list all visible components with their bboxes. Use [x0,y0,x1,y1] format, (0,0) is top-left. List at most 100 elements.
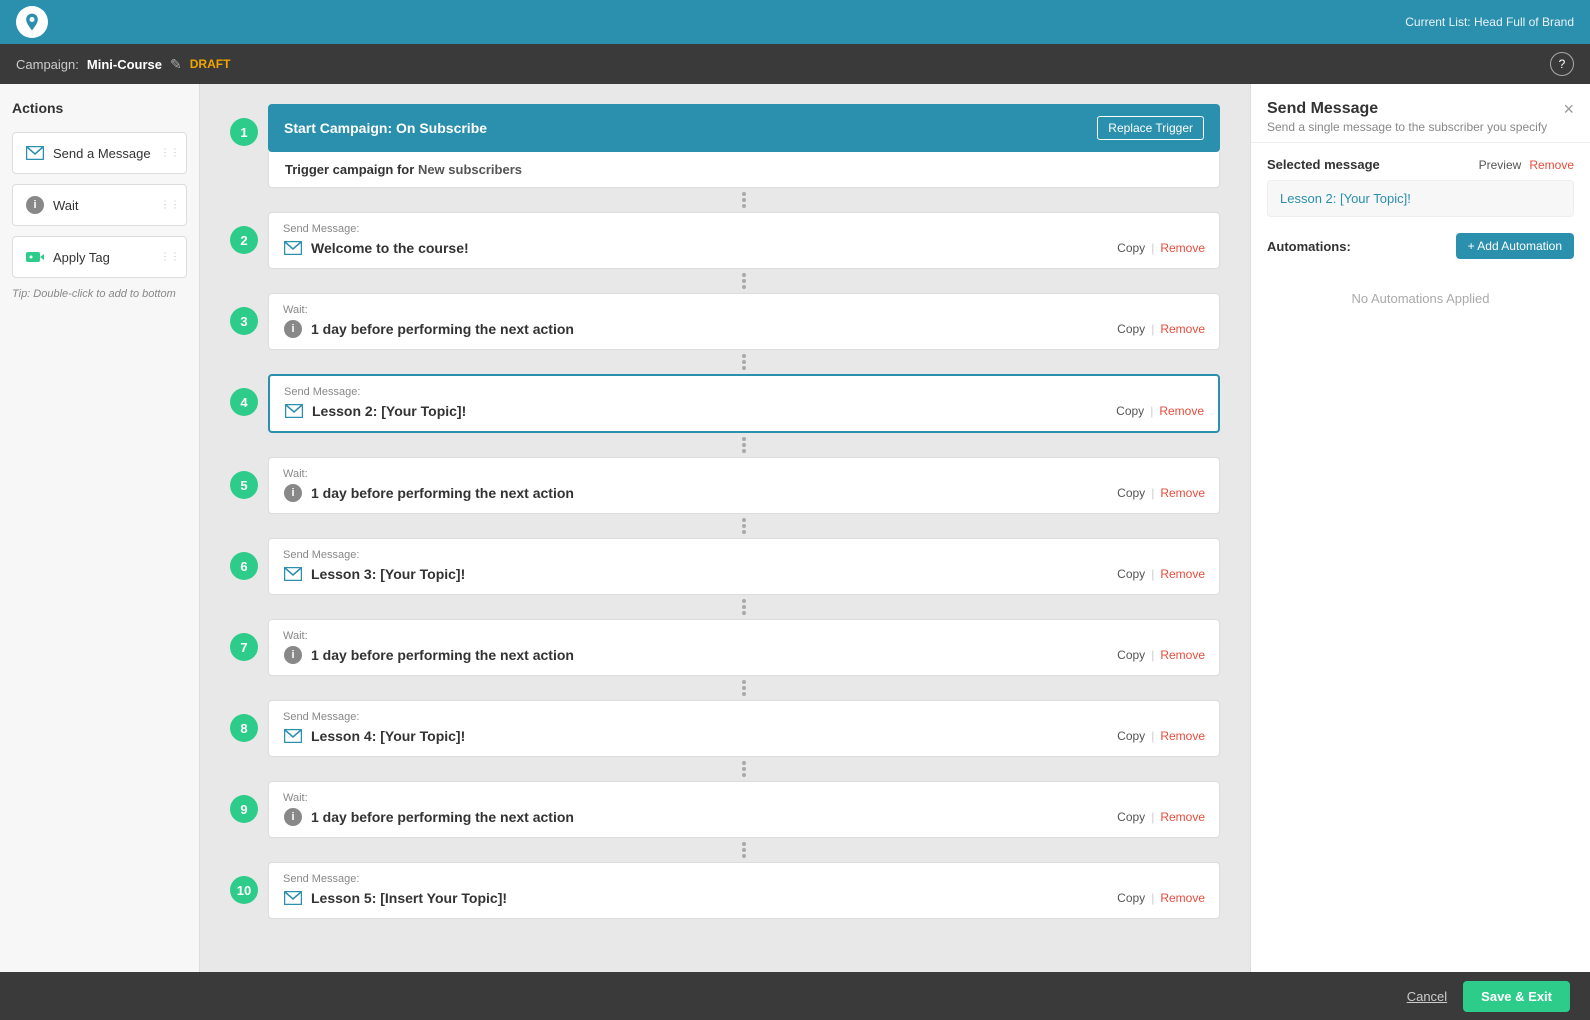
step-card-title-row: i 1 day before performing the next actio… [283,645,574,665]
step-8-number: 8 [230,714,258,742]
step-card-title: Welcome to the course! [311,240,469,256]
selected-message-value[interactable]: Lesson 2: [Your Topic]! [1267,180,1574,217]
step-3-card[interactable]: Wait: i 1 day before performing the next… [268,293,1220,350]
wait-step-icon: i [283,807,303,827]
start-campaign-label: Start Campaign: On Subscribe [284,120,487,136]
step-card-title-row: i 1 day before performing the next actio… [283,807,574,827]
step-2-card[interactable]: Send Message: Welcome to the course! Cop… [268,212,1220,269]
selected-message-section: Selected message Preview Remove Lesson 2… [1267,157,1574,217]
right-panel-body: Selected message Preview Remove Lesson 2… [1251,143,1590,972]
wait-step-icon: i [283,645,303,665]
copy-step-button[interactable]: Copy [1117,322,1145,336]
connector [268,514,1220,538]
step-card-title: Lesson 5: [Insert Your Topic]! [311,890,507,906]
step-4-wrapper: 4Send Message: Lesson 2: [Your Topic]! C… [230,374,1220,433]
step-2-number: 2 [230,226,258,254]
step-5-content: Wait: i 1 day before performing the next… [268,457,1220,514]
apply-tag-label: Apply Tag [53,250,174,265]
step-8-card[interactable]: Send Message: Lesson 4: [Your Topic]! Co… [268,700,1220,757]
wait-icon: i [25,195,45,215]
copy-step-button[interactable]: Copy [1117,486,1145,500]
sidebar-item-apply-tag[interactable]: Apply Tag ⋮⋮ [12,236,187,278]
current-list-label: Current List: Head Full of Brand [1405,15,1574,29]
copy-step-button[interactable]: Copy [1117,241,1145,255]
step-card-title-row: i 1 day before performing the next actio… [283,319,574,339]
remove-step-button[interactable]: Remove [1160,241,1205,255]
step-card-title-row: Lesson 5: [Insert Your Topic]! [283,888,507,908]
step-card-body: i 1 day before performing the next actio… [283,483,1205,503]
step-9-card[interactable]: Wait: i 1 day before performing the next… [268,781,1220,838]
remove-step-button[interactable]: Remove [1160,567,1205,581]
copy-step-button[interactable]: Copy [1117,891,1145,905]
step-7-content: Wait: i 1 day before performing the next… [268,619,1220,676]
step-6-card[interactable]: Send Message: Lesson 3: [Your Topic]! Co… [268,538,1220,595]
start-campaign-block: Start Campaign: On Subscribe Replace Tri… [268,104,1220,152]
remove-step-button[interactable]: Remove [1160,486,1205,500]
step-card-actions: Copy | Remove [1117,322,1205,336]
step-4-content: Send Message: Lesson 2: [Your Topic]! Co… [268,374,1220,433]
right-panel-subtitle: Send a single message to the subscriber … [1267,120,1547,134]
copy-step-button[interactable]: Copy [1117,648,1145,662]
remove-step-button[interactable]: Remove [1160,810,1205,824]
step-card-body: i 1 day before performing the next actio… [283,807,1205,827]
add-automation-button[interactable]: + Add Automation [1456,233,1574,259]
step-card-actions: Copy | Remove [1117,567,1205,581]
step-card-title: Lesson 4: [Your Topic]! [311,728,465,744]
sidebar-item-wait[interactable]: i Wait ⋮⋮ [12,184,187,226]
tag-icon [25,247,45,267]
step-2-wrapper: 2 Send Message: Welcome to the course! Co… [230,212,1220,269]
remove-step-button[interactable]: Remove [1160,648,1205,662]
send-message-step-icon [283,564,303,584]
save-exit-button[interactable]: Save & Exit [1463,981,1570,1012]
remove-step-button[interactable]: Remove [1159,404,1204,418]
step-card-title-row: Lesson 2: [Your Topic]! [284,401,466,421]
step-card-header: Wait: [283,468,1205,480]
wait-step-icon: i [283,483,303,503]
step-5-number: 5 [230,471,258,499]
connector [268,433,1220,457]
remove-step-button[interactable]: Remove [1160,322,1205,336]
app-logo[interactable] [16,6,48,38]
remove-step-button[interactable]: Remove [1160,891,1205,905]
step-card-title: 1 day before performing the next action [311,485,574,501]
remove-link[interactable]: Remove [1529,158,1574,172]
step-card-title: 1 day before performing the next action [311,647,574,663]
right-panel-title: Send Message [1267,100,1547,118]
copy-step-button[interactable]: Copy [1117,810,1145,824]
send-message-label: Send a Message [53,146,174,161]
automations-section: Automations: + Add Automation No Automat… [1267,233,1574,326]
drag-handle: ⋮⋮ [160,200,180,211]
copy-step-button[interactable]: Copy [1117,567,1145,581]
right-panel-header: Send Message Send a single message to th… [1251,84,1590,143]
step-10-number: 10 [230,876,258,904]
connector [268,350,1220,374]
step-card-title-row: i 1 day before performing the next actio… [283,483,574,503]
step-7-card[interactable]: Wait: i 1 day before performing the next… [268,619,1220,676]
edit-campaign-icon[interactable]: ✎ [170,56,182,73]
copy-step-button[interactable]: Copy [1116,404,1144,418]
help-button[interactable]: ? [1550,52,1574,76]
step-1-content: Start Campaign: On Subscribe Replace Tri… [268,104,1220,188]
step-4-card[interactable]: Send Message: Lesson 2: [Your Topic]! Co… [268,374,1220,433]
copy-step-button[interactable]: Copy [1117,729,1145,743]
replace-trigger-button[interactable]: Replace Trigger [1097,116,1204,140]
step-card-body: Lesson 4: [Your Topic]! Copy | Remove [283,726,1205,746]
step-10-card[interactable]: Send Message: Lesson 5: [Insert Your Top… [268,862,1220,919]
close-panel-button[interactable]: × [1563,100,1574,118]
campaign-label: Campaign: [16,57,79,72]
sub-nav: Campaign: Mini-Course ✎ DRAFT ? [0,44,1590,84]
send-message-step-icon [283,726,303,746]
step-7-number: 7 [230,633,258,661]
connector [268,595,1220,619]
cancel-button[interactable]: Cancel [1407,989,1447,1004]
drag-handle: ⋮⋮ [160,148,180,159]
step-2-content: Send Message: Welcome to the course! Cop… [268,212,1220,269]
sidebar-item-send-message[interactable]: Send a Message ⋮⋮ [12,132,187,174]
step-card-header: Send Message: [283,223,1205,235]
step-card-title-row: Lesson 4: [Your Topic]! [283,726,465,746]
campaign-name: Mini-Course [87,57,162,72]
preview-link[interactable]: Preview [1479,158,1522,172]
remove-step-button[interactable]: Remove [1160,729,1205,743]
step-card-title: 1 day before performing the next action [311,809,574,825]
step-5-card[interactable]: Wait: i 1 day before performing the next… [268,457,1220,514]
